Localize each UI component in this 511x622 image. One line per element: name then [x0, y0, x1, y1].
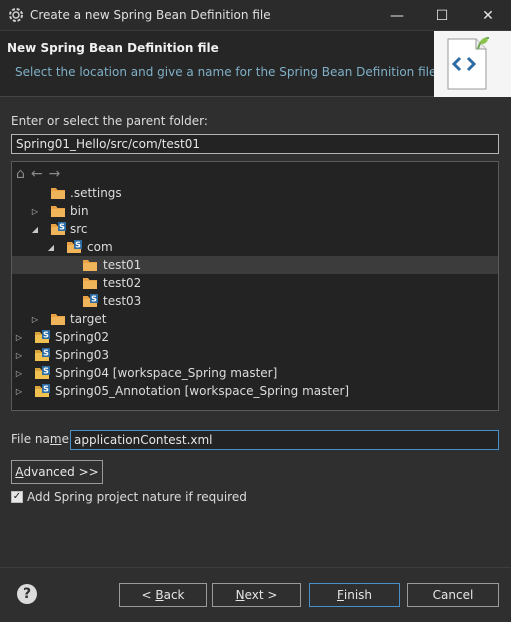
- help-icon[interactable]: ?: [17, 584, 37, 604]
- spring-project-icon: S: [35, 366, 50, 379]
- tree-item-label: bin: [70, 204, 89, 218]
- tree-item[interactable]: ▷ S Spring02: [12, 328, 498, 346]
- tree-item-label: com: [87, 240, 113, 254]
- back-arrow-icon[interactable]: ←: [31, 166, 43, 182]
- tree-item[interactable]: ◢ S com: [12, 238, 498, 256]
- spring-project-icon: S: [35, 384, 50, 397]
- back-prefix: <: [141, 588, 156, 602]
- collapse-icon[interactable]: ◢: [30, 220, 40, 238]
- spring-folder-icon: S: [83, 294, 98, 307]
- file-name-label-pre: File na: [11, 432, 50, 446]
- file-name-label: File name:: [11, 432, 73, 446]
- tree-item[interactable]: ▷ target: [12, 310, 498, 328]
- svg-text:S: S: [43, 349, 49, 358]
- tree-item[interactable]: ▷ S Spring03: [12, 346, 498, 364]
- svg-text:S: S: [43, 367, 49, 376]
- wizard-description: Select the location and give a name for …: [15, 65, 437, 79]
- back-label: ack: [163, 588, 185, 602]
- xml-file-icon: [447, 37, 490, 90]
- tree-item-label: test03: [103, 294, 142, 308]
- title-bar: Create a new Spring Bean Definition file…: [0, 0, 511, 31]
- finish-button[interactable]: Finish: [309, 583, 400, 607]
- file-name-input[interactable]: [70, 430, 499, 450]
- back-button[interactable]: < Back: [119, 583, 207, 607]
- expand-icon[interactable]: ▷: [14, 382, 24, 400]
- back-mnemonic: B: [155, 588, 164, 602]
- source-folder-icon: S: [51, 222, 66, 235]
- parent-folder-input[interactable]: [11, 134, 499, 154]
- wizard-title: New Spring Bean Definition file: [7, 41, 219, 55]
- wizard-banner-image: [434, 31, 511, 97]
- next-button[interactable]: Next >: [212, 583, 301, 607]
- expand-icon[interactable]: ▷: [14, 328, 24, 346]
- next-mnemonic: N: [235, 588, 245, 602]
- tree-item[interactable]: S test03: [12, 292, 498, 310]
- tree-item-label: test01: [103, 258, 142, 272]
- expand-icon[interactable]: ▷: [30, 310, 40, 328]
- tree-item-label: src: [70, 222, 88, 236]
- spring-project-icon: S: [35, 330, 50, 343]
- tree-item-label: .settings: [70, 186, 122, 200]
- folder-icon: [51, 188, 65, 199]
- minimize-button[interactable]: —: [374, 0, 420, 31]
- spring-nature-checkbox[interactable]: ✓: [11, 491, 23, 503]
- folder-icon: [83, 278, 97, 289]
- tree-item-label: Spring02: [55, 330, 109, 344]
- tree-item-label: Spring03: [55, 348, 109, 362]
- eclipse-gear-icon: [9, 8, 23, 22]
- spring-nature-label: Add Spring project nature if required: [27, 490, 247, 504]
- tree-item-label: target: [70, 312, 107, 326]
- finish-mnemonic: F: [336, 588, 344, 602]
- advanced-button[interactable]: Advanced >>: [11, 460, 103, 484]
- collapse-icon[interactable]: ◢: [46, 238, 56, 256]
- svg-text:S: S: [59, 223, 65, 232]
- folder-icon: [83, 260, 97, 271]
- spring-nature-option[interactable]: ✓ Add Spring project nature if required: [11, 490, 247, 504]
- folder-icon: [51, 314, 65, 325]
- next-label: ext >: [244, 588, 278, 602]
- file-name-label-mnemonic: m: [49, 432, 62, 446]
- expand-icon[interactable]: ▷: [14, 346, 24, 364]
- spring-project-icon: S: [35, 348, 50, 361]
- maximize-button[interactable]: ☐: [419, 0, 465, 31]
- svg-text:S: S: [43, 331, 49, 340]
- svg-text:S: S: [43, 385, 49, 394]
- parent-folder-label: Enter or select the parent folder:: [11, 114, 208, 128]
- package-folder-icon: S: [67, 240, 82, 253]
- expand-icon[interactable]: ▷: [14, 364, 24, 382]
- tree-item[interactable]: .settings: [12, 184, 498, 202]
- cancel-button[interactable]: Cancel: [407, 583, 499, 607]
- svg-text:S: S: [75, 241, 81, 250]
- tree-item-label: Spring05_Annotation [workspace_Spring ma…: [55, 384, 350, 398]
- expand-icon[interactable]: ▷: [30, 202, 40, 220]
- home-icon[interactable]: ⌂: [16, 166, 25, 182]
- tree-toolbar: ⌂ ← →: [16, 165, 60, 183]
- tree-item-label: Spring04 [workspace_Spring master]: [55, 366, 278, 380]
- tree-item-selected[interactable]: test01: [12, 256, 498, 274]
- folder-tree[interactable]: ⌂ ← → .settings ▷ bin ◢ S src ◢ S com te…: [11, 161, 499, 411]
- forward-arrow-icon[interactable]: →: [49, 166, 61, 182]
- folder-icon: [51, 206, 65, 217]
- advanced-label: dvanced >>: [23, 465, 99, 479]
- advanced-mnemonic: A: [15, 465, 24, 479]
- tree-item[interactable]: ◢ S src: [12, 220, 498, 238]
- finish-label: inish: [343, 588, 373, 602]
- tree-item[interactable]: test02: [12, 274, 498, 292]
- tree-item-label: test02: [103, 276, 142, 290]
- tree-item[interactable]: ▷ bin: [12, 202, 498, 220]
- window-title: Create a new Spring Bean Definition file: [30, 8, 271, 22]
- tree-item[interactable]: ▷ S Spring05_Annotation [workspace_Sprin…: [12, 382, 498, 400]
- tree-item[interactable]: ▷ S Spring04 [workspace_Spring master]: [12, 364, 498, 382]
- close-button[interactable]: ✕: [465, 0, 511, 31]
- svg-text:S: S: [91, 295, 97, 304]
